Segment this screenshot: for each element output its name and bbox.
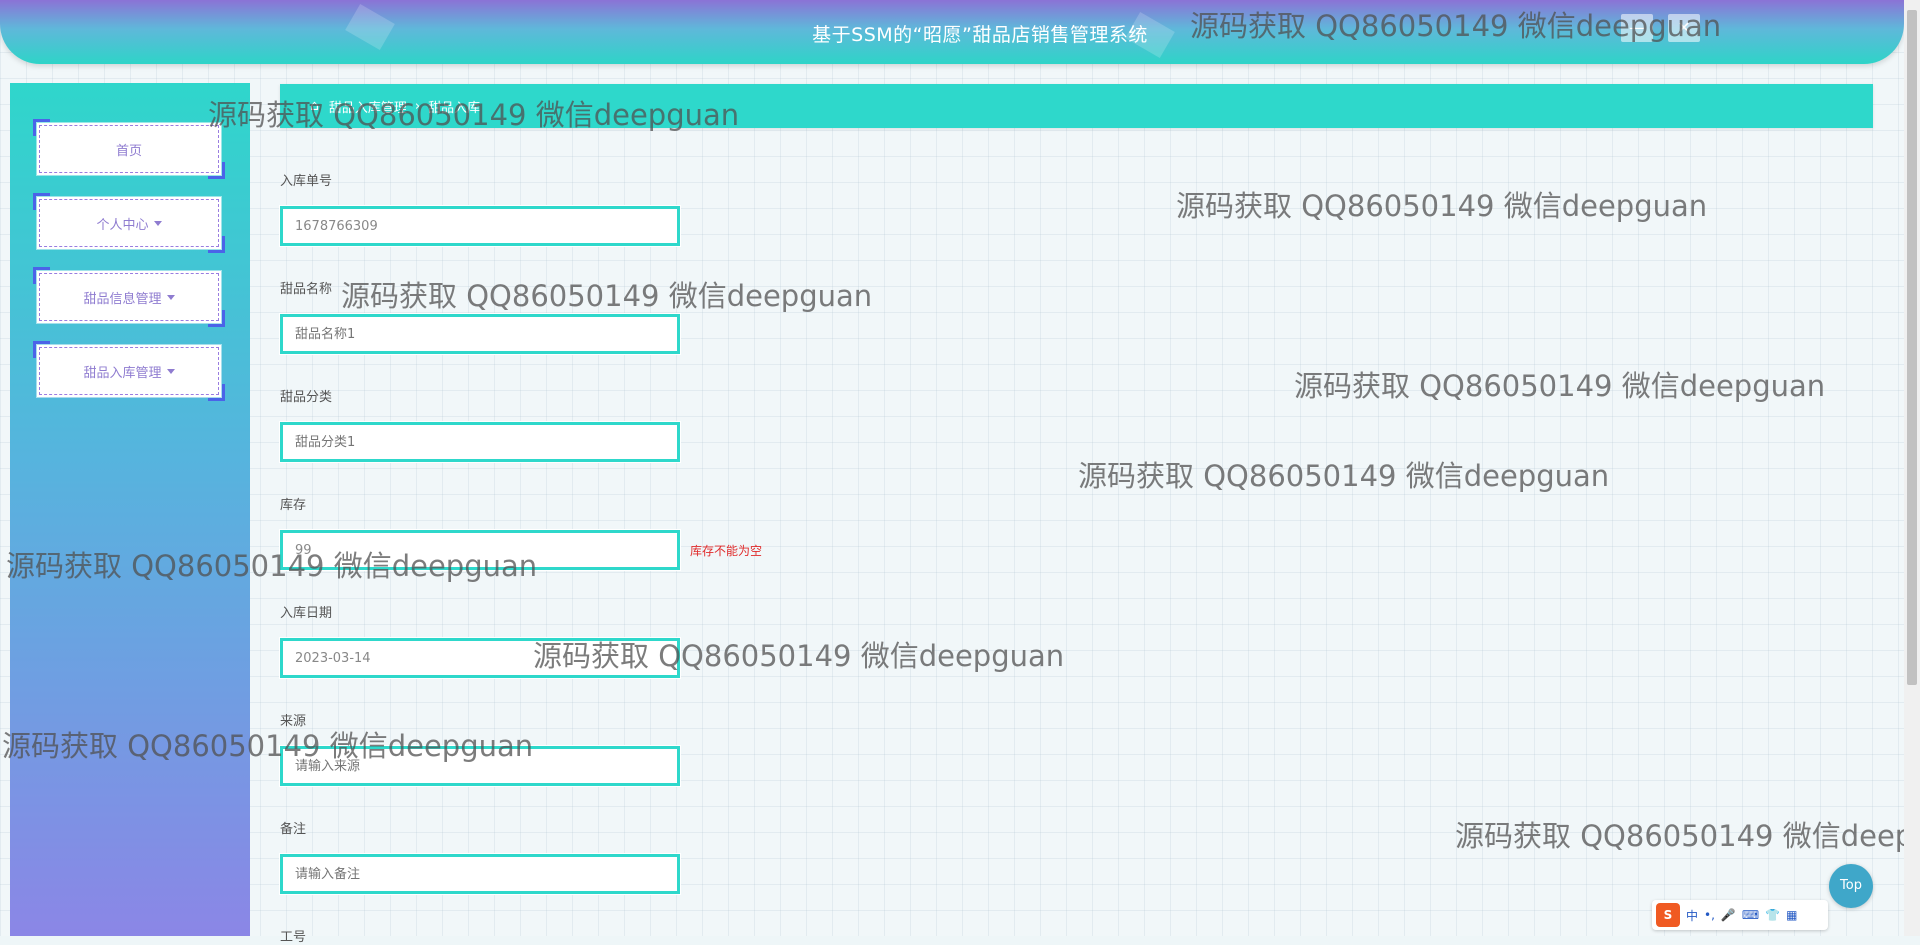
caret-down-icon xyxy=(166,368,175,374)
watermark: 源码获取 QQ86050149 微信deepguan xyxy=(533,639,1065,673)
sidebar-item-dessert-stock-in[interactable]: 甜品入库管理 xyxy=(31,341,227,401)
apps-grid-icon[interactable]: ▦ xyxy=(1786,908,1797,922)
dessert-name-input[interactable] xyxy=(279,313,681,355)
chinese-mode-toggle[interactable]: 中 xyxy=(1686,907,1698,924)
keyboard-icon[interactable]: ⌨ xyxy=(1742,908,1759,922)
watermark: 源码获取 QQ86050149 微信deepguan xyxy=(1455,819,1920,853)
sidebar-item-dessert-info[interactable]: 甜品信息管理 xyxy=(31,267,227,327)
watermark: 源码获取 QQ86050149 微信deepguan xyxy=(2,729,534,763)
stock-error-message: 库存不能为空 xyxy=(690,544,763,558)
field-label-dessert-name: 甜品名称 xyxy=(280,282,333,297)
dessert-category-input[interactable] xyxy=(279,421,681,463)
microphone-icon[interactable]: 🎤 xyxy=(1721,908,1736,922)
back-to-top-button[interactable]: Top xyxy=(1829,864,1873,908)
watermark: 源码获取 QQ86050149 微信deepguan xyxy=(341,279,873,313)
page-background xyxy=(0,0,1920,936)
field-label-stock-in-no: 入库单号 xyxy=(280,174,333,189)
sogou-logo-icon[interactable]: S xyxy=(1656,903,1680,927)
field-label-dessert-category: 甜品分类 xyxy=(280,390,333,405)
ime-toolbar: S 中 •, 🎤 ⌨ 👕 ▦ xyxy=(1652,900,1828,930)
watermark: 源码获取 QQ86050149 微信deepguan xyxy=(1294,369,1826,403)
page-scrollbar[interactable] xyxy=(1904,0,1920,936)
skin-icon[interactable]: 👕 xyxy=(1765,908,1780,922)
stock-in-no-input[interactable] xyxy=(279,205,681,247)
sidebar-item-label: 首页 xyxy=(115,143,142,159)
scrollbar-thumb[interactable] xyxy=(1907,10,1917,685)
field-label-remark: 备注 xyxy=(280,822,307,837)
caret-down-icon xyxy=(153,220,162,226)
sidebar-item-personal-center[interactable]: 个人中心 xyxy=(31,193,227,253)
sidebar-item-label: 甜品信息管理 xyxy=(83,291,162,307)
watermark: 源码获取 QQ86050149 微信deepguan xyxy=(208,98,740,132)
watermark: 源码获取 QQ86050149 微信deepguan xyxy=(6,549,538,583)
remark-input[interactable] xyxy=(279,853,681,895)
watermark: 源码获取 QQ86050149 微信deepguan xyxy=(1190,9,1722,43)
caret-down-icon xyxy=(166,294,175,300)
sidebar-item-home[interactable]: 首页 xyxy=(31,119,227,179)
punctuation-toggle[interactable]: •, xyxy=(1704,908,1715,922)
sidebar-item-label: 个人中心 xyxy=(96,217,149,233)
sidebar-item-label: 甜品入库管理 xyxy=(83,365,162,381)
sidebar: 首页 个人中心 甜品信息管理 甜品入库管理 xyxy=(10,83,250,936)
field-label-stock: 库存 xyxy=(280,498,307,513)
watermark: 源码获取 QQ86050149 微信deepguan xyxy=(1176,189,1708,223)
field-label-stock-in-date: 入库日期 xyxy=(280,606,333,621)
watermark: 源码获取 QQ86050149 微信deepguan xyxy=(1078,459,1610,493)
